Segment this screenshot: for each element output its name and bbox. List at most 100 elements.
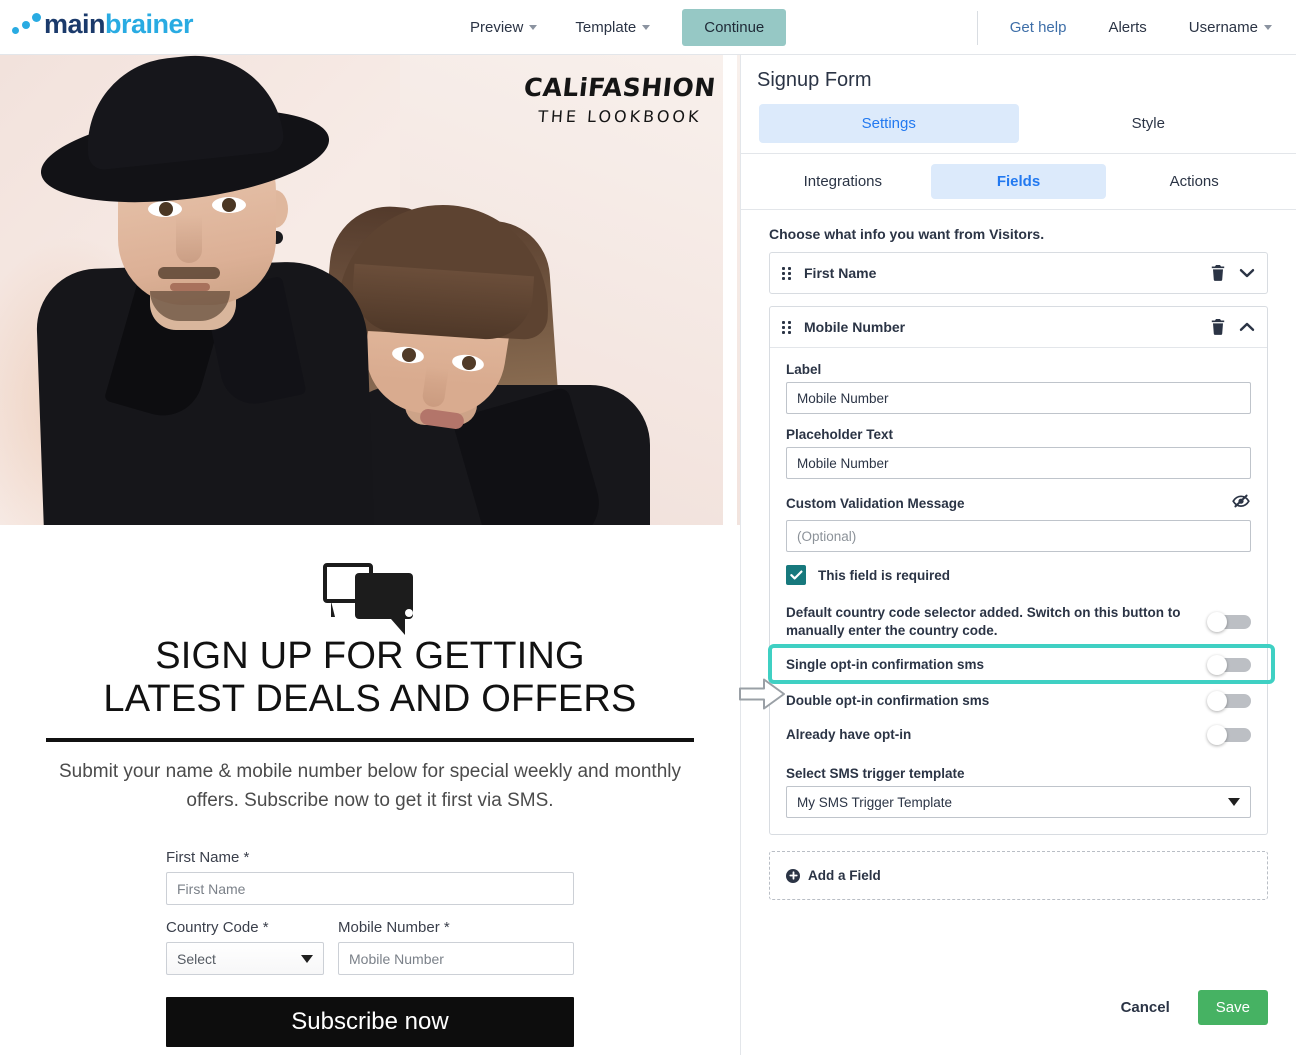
mobile-label-text: Mobile Number: [338, 919, 440, 937]
nav-template-label: Template: [575, 19, 637, 36]
subscribe-now-button[interactable]: Subscribe now: [166, 997, 574, 1048]
plus-icon: [786, 868, 800, 883]
username-menu[interactable]: Username: [1179, 13, 1282, 42]
preview-country-code-select[interactable]: Select: [166, 942, 324, 976]
label-caption: Label: [786, 362, 822, 377]
chevron-down-icon: [529, 25, 538, 30]
eye-slash-icon[interactable]: [1231, 492, 1251, 515]
validation-caption: Custom Validation Message: [786, 496, 965, 511]
sms-trigger-value: My SMS Trigger Template: [797, 794, 953, 810]
preview-country-code-label: Country Code *: [166, 919, 324, 936]
preview-signup-form: First Name * First Name Country Code * S…: [166, 849, 574, 1048]
sub-tabs: Integrations Fields Actions: [741, 154, 1296, 210]
fields-hint: Choose what info you want from Visitors.: [769, 226, 1045, 242]
logo-text: mainbrainer: [44, 8, 194, 39]
toggle-single-optin-switch[interactable]: [1207, 655, 1251, 676]
field-body-mobile-number: Label Mobile Number Placeholder Text Mob…: [768, 347, 1275, 834]
landing-page-preview: CALiFASHION THE LOOKBOOK SIGN UP FOR GET…: [0, 55, 740, 1055]
tab-style[interactable]: Style: [1019, 104, 1279, 143]
required-asterisk: *: [262, 919, 269, 937]
alerts-link[interactable]: Alerts: [1098, 13, 1156, 42]
landing-page-headline: SIGN UP FOR GETTING LATEST DEALS AND OFF…: [46, 635, 694, 720]
field-name-first-name: First Name: [804, 265, 877, 281]
preview-phone-row: Country Code * Select Mobile Number * Mo…: [166, 919, 574, 976]
toggle-label-country-code: Default country code selector added. Swi…: [786, 605, 1181, 638]
landing-page-subtitle: Submit your name & mobile number below f…: [58, 761, 682, 811]
field-header-first-name[interactable]: First Name: [770, 253, 1267, 293]
nav-template-menu[interactable]: Template: [565, 13, 660, 42]
chevron-down-icon: [1228, 798, 1240, 807]
cancel-button[interactable]: Cancel: [1115, 998, 1176, 1017]
drag-handle-icon[interactable]: [782, 320, 792, 334]
drag-handle-icon[interactable]: [782, 266, 792, 280]
nav-divider: [976, 10, 978, 45]
preview-scrollbar-track[interactable]: [723, 55, 737, 1055]
add-a-field-button[interactable]: Add a Field: [769, 851, 1268, 901]
tab-settings[interactable]: Settings: [759, 104, 1019, 143]
sms-trigger-caption: Select SMS trigger template: [786, 766, 965, 782]
tab-actions[interactable]: Actions: [1106, 164, 1282, 199]
validation-input[interactable]: (Optional): [786, 520, 1251, 552]
landing-page-content: SIGN UP FOR GETTING LATEST DEALS AND OFF…: [0, 525, 740, 1048]
panel-footer-actions: Cancel Save: [1115, 990, 1268, 1025]
headline-divider: [46, 738, 694, 743]
page-title: Signup Form: [757, 69, 872, 91]
field-card-first-name: First Name: [769, 252, 1268, 294]
tab-fields[interactable]: Fields: [930, 164, 1107, 199]
annotation-arrow-icon: [738, 677, 786, 711]
nav-center-group: Preview Template Continue: [460, 0, 787, 55]
required-checkbox-row: This field is required: [786, 565, 1251, 585]
sms-trigger-select[interactable]: My SMS Trigger Template: [786, 786, 1251, 819]
required-checkbox[interactable]: [786, 565, 806, 585]
brand-line-1: CALiFASHION: [522, 73, 718, 102]
chevron-down-icon: [642, 25, 651, 30]
get-help-link[interactable]: Get help: [1000, 13, 1077, 42]
delete-icon[interactable]: [1211, 265, 1225, 281]
delete-icon[interactable]: [1211, 319, 1225, 335]
field-name-mobile-number: Mobile Number: [804, 319, 906, 335]
nav-preview-menu[interactable]: Preview: [460, 13, 547, 42]
required-asterisk: *: [243, 849, 250, 867]
main-tabs: Settings Style: [741, 92, 1296, 154]
toggle-double-optin-switch[interactable]: [1207, 691, 1251, 712]
label-input[interactable]: Mobile Number: [786, 382, 1251, 414]
ellipsis-dots-icon: [405, 609, 439, 617]
fields-panel-body: Choose what info you want from Visitors.…: [741, 210, 1296, 901]
preview-mobile-input[interactable]: Mobile Number: [338, 942, 574, 976]
chat-bubbles-icon: [315, 555, 439, 635]
continue-button[interactable]: Continue: [682, 9, 787, 46]
mainbrainer-logo[interactable]: mainbrainer: [10, 8, 194, 40]
nav-right-group: Get help Alerts Username: [976, 0, 1282, 55]
chevron-up-icon[interactable]: [1239, 322, 1255, 332]
country-code-label-text: Country Code: [166, 919, 259, 937]
save-button[interactable]: Save: [1197, 990, 1268, 1025]
add-a-field-label: Add a Field: [808, 868, 881, 884]
hero-brand-text: CALiFASHION THE LOOKBOOK: [522, 73, 718, 126]
toggle-label-double-optin: Double opt-in confirmation sms: [786, 693, 990, 709]
chevron-down-icon: [301, 954, 313, 963]
toggle-label-single-optin: Single opt-in confirmation sms: [786, 657, 985, 673]
headline-line-1: SIGN UP FOR GETTING: [155, 635, 585, 677]
brand-line-2: THE LOOKBOOK: [537, 107, 703, 126]
toggle-row-already-optin: Already have opt-in: [786, 718, 1251, 752]
chevron-down-icon[interactable]: [1239, 268, 1255, 278]
field-header-mobile-number[interactable]: Mobile Number: [770, 307, 1267, 347]
preview-first-name-label: First Name *: [166, 849, 574, 866]
logo-dots-icon: [10, 8, 44, 40]
placeholder-input[interactable]: Mobile Number: [786, 447, 1251, 479]
toggle-already-optin-switch[interactable]: [1207, 725, 1251, 746]
chat-bubble-filled-icon: [355, 573, 439, 635]
toggle-country-code-switch[interactable]: [1207, 611, 1251, 632]
toggle-row-single-optin: Single opt-in confirmation sms: [768, 644, 1275, 685]
tab-integrations[interactable]: Integrations: [755, 164, 931, 199]
settings-panel: Signup Form Settings Style Integrations …: [740, 55, 1296, 1055]
toggle-row-double-optin: Double opt-in confirmation sms: [786, 684, 1251, 718]
placeholder-caption: Placeholder Text: [786, 427, 894, 442]
username-label: Username: [1188, 19, 1258, 36]
toggle-label-already-optin: Already have opt-in: [786, 727, 912, 743]
preview-first-name-input[interactable]: First Name: [166, 872, 574, 906]
logo-brainer-text: brainer: [105, 8, 194, 39]
required-asterisk: *: [443, 919, 450, 937]
country-code-value: Select: [177, 950, 216, 967]
required-checkbox-label: This field is required: [818, 567, 951, 583]
